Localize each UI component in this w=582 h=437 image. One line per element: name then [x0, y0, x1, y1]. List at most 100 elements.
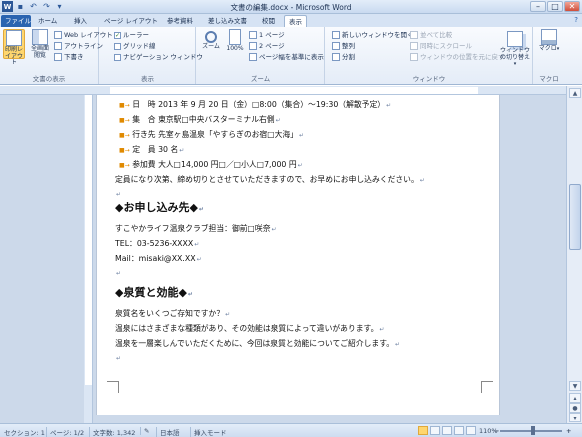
- two-pages-button[interactable]: 2 ページ: [249, 41, 285, 51]
- tab-file[interactable]: ファイル: [1, 15, 31, 27]
- paragraph: 温泉を一層楽しんでいただくために、今回は泉質と効能についてご紹介します。↵: [115, 339, 401, 348]
- sync-scroll-icon: [410, 42, 418, 50]
- insert-mode-indicator[interactable]: 挿入モード: [190, 427, 227, 437]
- tab-review[interactable]: 校閲: [258, 15, 279, 27]
- one-page-button[interactable]: 1 ページ: [249, 30, 285, 40]
- empty-paragraph: ↵: [116, 355, 122, 362]
- group-macros: マクロ▾ マクロ: [534, 27, 564, 84]
- side-by-side-icon: [410, 31, 418, 39]
- scroll-down-icon[interactable]: ▼: [569, 381, 581, 391]
- print-layout-button[interactable]: 印刷レイアウト: [3, 29, 25, 66]
- scroll-thumb[interactable]: [569, 184, 581, 250]
- group-show: ✓ ルーラー グリッド線 ナビゲーション ウィンドウ 表示: [100, 27, 203, 84]
- ruler-checkbox[interactable]: ✓ ルーラー: [114, 30, 149, 40]
- vertical-scrollbar[interactable]: ▲ ▼ ▴ ● ▾: [566, 86, 582, 423]
- page-100-icon: [229, 29, 241, 45]
- outline-view-icon[interactable]: [454, 426, 464, 435]
- list-item: ■→ 参加費 大人□14,000 円□／□小人□7,000 円↵: [119, 160, 303, 169]
- draft-view-icon[interactable]: [466, 426, 476, 435]
- arrange-icon: [332, 42, 340, 50]
- tab-page-layout[interactable]: ページ レイアウト: [100, 15, 162, 27]
- two-pages-icon: [249, 42, 257, 50]
- paragraph: Mail：misaki@XX.XX↵: [115, 254, 202, 263]
- full-screen-view-icon[interactable]: [430, 426, 440, 435]
- document-area: ■→ 日 時 2013 年 9 月 20 日（金）□8:00（集合）～19:30…: [0, 95, 566, 423]
- macros-button[interactable]: マクロ▾: [538, 29, 560, 59]
- ribbon-tabs: ファイル ホーム 挿入 ページ レイアウト 参考資料 差し込み文書 校閲 表示 …: [0, 14, 582, 27]
- heading-spring-quality: ◆泉質と効能◆↵: [115, 286, 193, 299]
- zoom-out-icon[interactable]: −: [494, 427, 499, 435]
- draft-icon: [54, 53, 62, 61]
- crop-mark: [481, 381, 493, 393]
- print-layout-view-icon[interactable]: [418, 426, 428, 435]
- scroll-up-icon[interactable]: ▲: [569, 88, 581, 98]
- switch-windows-icon: [507, 31, 523, 47]
- next-page-icon[interactable]: ▾: [569, 413, 581, 422]
- outline-button[interactable]: アウトライン: [54, 41, 103, 51]
- new-window-icon: [332, 31, 340, 39]
- sync-scroll-button[interactable]: 同時にスクロール: [410, 41, 472, 51]
- list-item: ■→ 行き先 先室ヶ島温泉「やすらぎのお宿□大海」↵: [119, 130, 305, 139]
- magnifier-icon: [205, 31, 217, 43]
- tab-home[interactable]: ホーム: [34, 15, 61, 27]
- horizontal-ruler[interactable]: [0, 86, 566, 95]
- list-item: ■→ 定 員 30 名↵: [119, 145, 185, 154]
- page-width-icon: [249, 53, 257, 61]
- proofing-icon[interactable]: ✎: [140, 427, 149, 435]
- group-document-views: 印刷レイアウト 全画面閲覧 Web レイアウト アウトライン 下書き 文書の表示: [0, 27, 113, 84]
- tab-mailings[interactable]: 差し込み文書: [204, 15, 251, 27]
- draft-button[interactable]: 下書き: [54, 52, 84, 62]
- window-title: 文書の編集.docx - Microsoft Word: [230, 3, 352, 12]
- gridlines-checkbox[interactable]: グリッド線: [114, 41, 156, 51]
- switch-windows-button[interactable]: ウィンドウの切り替え▾: [500, 31, 530, 67]
- full-screen-icon: [32, 29, 48, 45]
- zoom-slider-thumb[interactable]: [531, 426, 535, 435]
- new-window-button[interactable]: 新しいウィンドウを開く: [332, 30, 414, 40]
- tab-references[interactable]: 参考資料: [163, 15, 197, 27]
- print-layout-icon: [6, 30, 22, 46]
- paragraph: 泉質名をいくつご存知ですか？↵: [115, 309, 231, 318]
- reset-window-position-button[interactable]: ウィンドウの位置を元に戻す: [410, 52, 505, 62]
- reset-position-icon: [410, 53, 418, 61]
- arrange-all-button[interactable]: 整列: [332, 41, 355, 51]
- check-icon: ✓: [114, 31, 121, 39]
- macro-icon: [541, 29, 557, 45]
- title-bar: W ▪ ↶ ↷ ▾ 文書の編集.docx - Microsoft Word – …: [0, 0, 582, 14]
- previous-page-icon[interactable]: ▴: [569, 393, 581, 403]
- tab-view[interactable]: 表示: [284, 15, 307, 27]
- status-bar: セクション: 1 ページ: 1/2 文字数: 1,342 ✎ 日本語 挿入モード…: [0, 423, 582, 437]
- one-page-icon: [249, 31, 257, 39]
- minimize-button[interactable]: –: [530, 1, 546, 12]
- browse-object-icon[interactable]: ●: [569, 403, 581, 413]
- list-item: ■→ 集 合 東京駅□中央バスターミナル右側↵: [119, 115, 281, 124]
- page-width-button[interactable]: ページ幅を基準に表示: [249, 52, 324, 62]
- full-screen-reading-button[interactable]: 全画面閲覧: [29, 29, 51, 59]
- ribbon: 印刷レイアウト 全画面閲覧 Web レイアウト アウトライン 下書き 文書の表示…: [0, 27, 582, 85]
- web-view-icon[interactable]: [442, 426, 452, 435]
- page-indicator[interactable]: ページ: 1/2: [46, 427, 84, 437]
- tab-insert[interactable]: 挿入: [70, 15, 91, 27]
- paragraph: TEL：03-5236-XXXX↵: [115, 239, 200, 248]
- group-window: 新しいウィンドウを開く 整列 分割 並べて比較 同時にスクロール ウィンドウの位…: [326, 27, 533, 84]
- nav-pane-checkbox[interactable]: ナビゲーション ウィンドウ: [114, 52, 203, 62]
- maximize-button[interactable]: □: [547, 1, 563, 12]
- paragraph: 定員になり次第、締め切りとさせていただきますので、お早めにお申し込みください。↵: [115, 175, 425, 184]
- group-zoom: ズーム 100% 1 ページ 2 ページ ページ幅を基準に表示 ズーム: [197, 27, 325, 84]
- close-button[interactable]: ✕: [564, 1, 580, 12]
- side-by-side-button[interactable]: 並べて比較: [410, 30, 452, 40]
- vertical-ruler[interactable]: [84, 95, 93, 423]
- help-icon[interactable]: ?: [574, 16, 578, 24]
- split-button[interactable]: 分割: [332, 52, 355, 62]
- web-layout-icon: [54, 31, 62, 39]
- zoom-100-button[interactable]: 100%: [224, 29, 246, 59]
- word-count[interactable]: 文字数: 1,342: [89, 427, 135, 437]
- split-icon: [332, 53, 340, 61]
- empty-paragraph: ↵: [116, 191, 122, 198]
- outline-icon: [54, 42, 62, 50]
- section-indicator[interactable]: セクション: 1: [4, 427, 45, 437]
- zoom-in-icon[interactable]: +: [566, 427, 571, 435]
- language-indicator[interactable]: 日本語: [156, 427, 180, 437]
- paragraph: 温泉にはさまざまな種類があり、その効能は泉質によって違いがあります。↵: [115, 324, 385, 333]
- document-page[interactable]: ■→ 日 時 2013 年 9 月 20 日（金）□8:00（集合）～19:30…: [96, 95, 500, 415]
- zoom-button[interactable]: ズーム: [200, 29, 222, 59]
